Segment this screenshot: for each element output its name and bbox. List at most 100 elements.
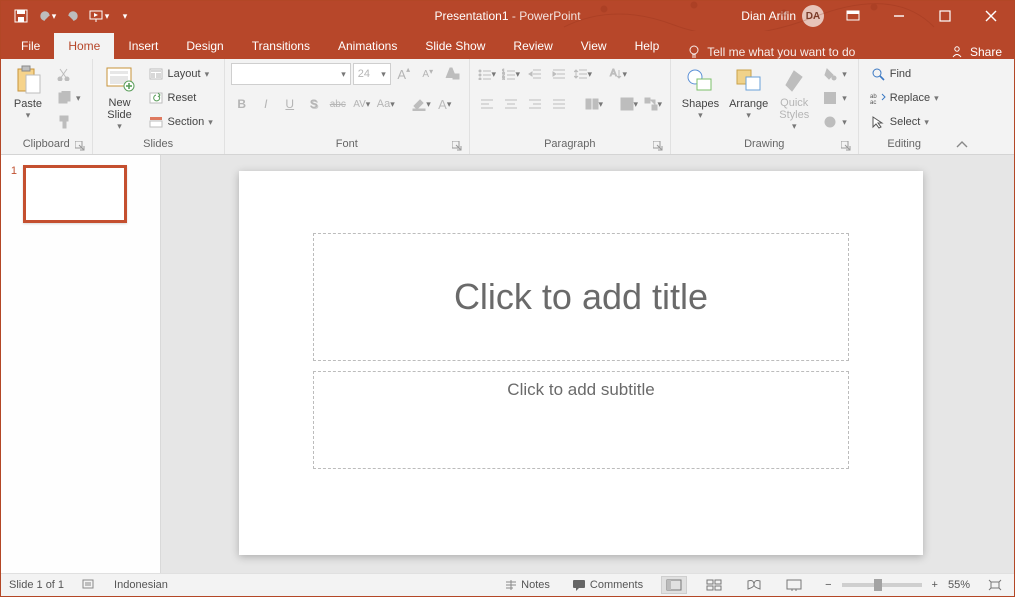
group-paragraph: ▾ 123▾ ▾ A▾ ▾	[470, 59, 671, 154]
tab-design[interactable]: Design	[172, 33, 237, 59]
tell-me-search[interactable]: Tell me what you want to do	[687, 45, 855, 59]
arrange-button[interactable]: Arrange▾	[724, 61, 773, 135]
strikethrough-button[interactable]: abc	[327, 93, 349, 115]
shape-outline-button[interactable]: ▾	[817, 87, 852, 109]
thumbnail-preview[interactable]	[23, 165, 127, 223]
shape-fill-button[interactable]: ▾	[817, 63, 852, 85]
bullets-button[interactable]: ▾	[476, 63, 498, 85]
find-button[interactable]: Find	[865, 63, 944, 85]
slide-thumbnails-pane[interactable]: 1	[1, 155, 161, 573]
fit-to-window-button[interactable]	[984, 577, 1006, 593]
change-case-button[interactable]: Aa▾	[375, 93, 397, 115]
subtitle-placeholder[interactable]: Click to add subtitle	[313, 371, 849, 469]
tab-home[interactable]: Home	[54, 33, 114, 59]
start-from-beginning-button[interactable]: ▾	[87, 4, 111, 28]
underline-button[interactable]: U	[279, 93, 301, 115]
select-button[interactable]: Select▾	[865, 111, 944, 133]
font-size-combo[interactable]: 24▾	[353, 63, 391, 85]
tab-insert[interactable]: Insert	[114, 33, 172, 59]
cut-button[interactable]	[51, 63, 86, 85]
slide-canvas[interactable]: Click to add title Click to add subtitle	[239, 171, 923, 555]
tab-animations[interactable]: Animations	[324, 33, 411, 59]
signed-in-user[interactable]: Dian Arifin DA	[741, 5, 824, 27]
drawing-launcher[interactable]	[840, 141, 852, 153]
powerpoint-window: ▾ ▾ ▾ Presentation1 - PowerPoint Dian Ar…	[0, 0, 1015, 597]
reading-view-button[interactable]	[741, 576, 767, 594]
tab-review[interactable]: Review	[499, 33, 566, 59]
layout-label: Layout	[168, 68, 201, 80]
text-direction-button[interactable]: A▾	[607, 63, 629, 85]
slideshow-view-button[interactable]	[781, 576, 807, 594]
decrease-font-button[interactable]: A▾	[417, 63, 439, 85]
zoom-slider-thumb[interactable]	[874, 579, 882, 591]
columns-button[interactable]: ▾	[583, 93, 605, 115]
tab-slide-show[interactable]: Slide Show	[411, 33, 499, 59]
quick-styles-button[interactable]: Quick Styles▾	[773, 61, 815, 135]
clipboard-launcher[interactable]	[74, 141, 86, 153]
section-button[interactable]: Section▾	[143, 111, 218, 133]
spellcheck-button[interactable]	[78, 577, 100, 593]
reset-button[interactable]: Reset	[143, 87, 218, 109]
highlight-button[interactable]: ▾	[410, 93, 432, 115]
font-color-button[interactable]: A▾	[434, 93, 456, 115]
customize-qat-button[interactable]: ▾	[113, 4, 137, 28]
smartart-button[interactable]: ▾	[642, 93, 664, 115]
numbering-button[interactable]: 123▾	[500, 63, 522, 85]
shapes-button[interactable]: Shapes▾	[677, 61, 724, 135]
layout-button[interactable]: Layout▾	[143, 63, 218, 85]
tab-help[interactable]: Help	[621, 33, 674, 59]
paragraph-launcher[interactable]	[652, 141, 664, 153]
zoom-value[interactable]: 55%	[948, 579, 970, 591]
shape-effects-button[interactable]: ▾	[817, 111, 852, 133]
new-slide-button[interactable]: New Slide ▾	[99, 61, 141, 135]
format-painter-button[interactable]	[51, 111, 86, 133]
increase-indent-button[interactable]	[548, 63, 570, 85]
paste-button[interactable]: Paste ▾	[7, 61, 49, 135]
increase-font-button[interactable]: A▴	[393, 63, 415, 85]
language-indicator[interactable]: Indonesian	[114, 579, 168, 591]
align-left-button[interactable]	[476, 93, 498, 115]
clear-formatting-button[interactable]	[441, 63, 463, 85]
align-text-button[interactable]: ▾	[618, 93, 640, 115]
tab-view[interactable]: View	[567, 33, 621, 59]
zoom-in-button[interactable]: +	[928, 577, 942, 593]
font-name-combo[interactable]: ▾	[231, 63, 351, 85]
slide-stage[interactable]: Click to add title Click to add subtitle	[161, 155, 1014, 573]
slide-counter[interactable]: Slide 1 of 1	[9, 579, 64, 591]
share-button[interactable]: Share	[950, 45, 1002, 59]
document-name: Presentation1	[434, 9, 508, 23]
arrange-icon	[733, 64, 765, 96]
redo-button[interactable]	[61, 4, 85, 28]
undo-button[interactable]: ▾	[35, 4, 59, 28]
ribbon-tabs: File Home Insert Design Transitions Anim…	[1, 31, 1014, 59]
shadow-button[interactable]: S	[303, 93, 325, 115]
slide-thumbnail-1[interactable]: 1	[7, 165, 154, 223]
char-spacing-button[interactable]: AV▾	[351, 93, 373, 115]
align-center-button[interactable]	[500, 93, 522, 115]
save-button[interactable]	[9, 4, 33, 28]
bold-button[interactable]: B	[231, 93, 253, 115]
notes-button[interactable]: Notes	[501, 577, 554, 593]
title-placeholder[interactable]: Click to add title	[313, 233, 849, 361]
collapse-ribbon-button[interactable]	[950, 59, 974, 154]
justify-button[interactable]	[548, 93, 570, 115]
minimize-button[interactable]	[876, 1, 922, 31]
user-name: Dian Arifin	[741, 9, 796, 23]
maximize-button[interactable]	[922, 1, 968, 31]
zoom-slider[interactable]	[842, 583, 922, 587]
align-right-button[interactable]	[524, 93, 546, 115]
tab-transitions[interactable]: Transitions	[238, 33, 324, 59]
slide-sorter-view-button[interactable]	[701, 576, 727, 594]
close-button[interactable]	[968, 1, 1014, 31]
italic-button[interactable]: I	[255, 93, 277, 115]
line-spacing-button[interactable]: ▾	[572, 63, 594, 85]
replace-button[interactable]: abacReplace▾	[865, 87, 944, 109]
comments-button[interactable]: Comments	[568, 577, 647, 593]
font-launcher[interactable]	[451, 141, 463, 153]
normal-view-button[interactable]	[661, 576, 687, 594]
decrease-indent-button[interactable]	[524, 63, 546, 85]
zoom-out-button[interactable]: −	[821, 577, 835, 593]
ribbon-display-options-button[interactable]	[830, 1, 876, 31]
copy-button[interactable]: ▾	[51, 87, 86, 109]
tab-file[interactable]: File	[7, 33, 54, 59]
